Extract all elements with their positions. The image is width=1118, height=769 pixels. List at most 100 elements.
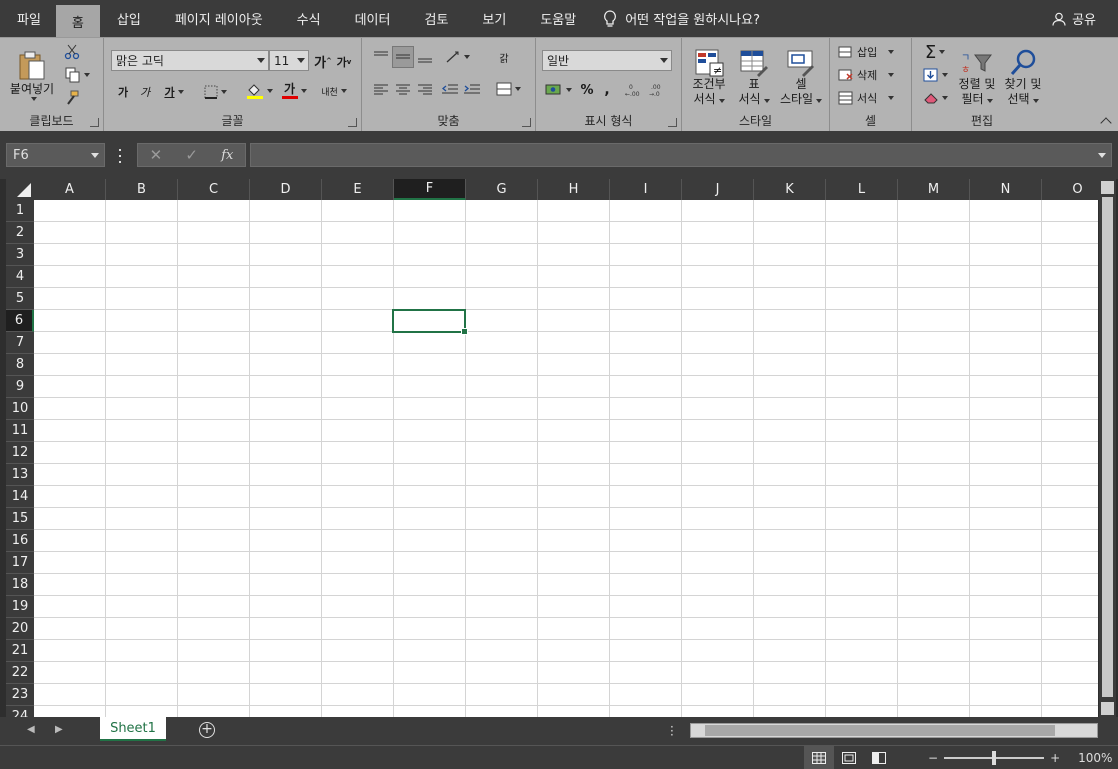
collapse-ribbon-icon[interactable] bbox=[1100, 117, 1112, 129]
cancel-entry-icon[interactable]: ✕ bbox=[150, 146, 163, 164]
phonetic-button[interactable]: 내천 bbox=[316, 80, 352, 102]
copy-button[interactable] bbox=[62, 65, 92, 85]
column-header[interactable]: N bbox=[970, 179, 1042, 200]
row-header[interactable]: 10 bbox=[6, 398, 34, 420]
row-header[interactable]: 19 bbox=[6, 596, 34, 618]
border-button[interactable] bbox=[198, 82, 232, 102]
prev-sheet-icon[interactable]: ◀ bbox=[27, 724, 35, 735]
format-cells-button[interactable]: 서식 bbox=[838, 88, 904, 108]
page-layout-view-button[interactable] bbox=[834, 746, 864, 769]
paste-button[interactable]: 붙여넣기 bbox=[6, 44, 58, 106]
row-header[interactable]: 6 bbox=[6, 310, 34, 332]
scroll-up-icon[interactable] bbox=[1101, 181, 1114, 194]
find-select-button[interactable]: 찾기 및 선택 bbox=[1000, 44, 1046, 112]
column-header[interactable]: A bbox=[34, 179, 106, 200]
delete-cells-button[interactable]: 삭제 bbox=[838, 65, 904, 85]
zoom-out-icon[interactable]: − bbox=[928, 751, 938, 765]
row-header[interactable]: 22 bbox=[6, 662, 34, 684]
tab-review[interactable]: 검토 bbox=[407, 0, 465, 37]
alignment-launcher-icon[interactable] bbox=[522, 118, 531, 127]
column-header[interactable]: B bbox=[106, 179, 178, 200]
decrease-indent-button[interactable] bbox=[440, 80, 460, 98]
font-color-button[interactable]: 가 bbox=[278, 80, 310, 102]
selected-cell[interactable] bbox=[392, 309, 468, 335]
bold-button[interactable]: 가 bbox=[114, 82, 132, 102]
column-header[interactable]: H bbox=[538, 179, 610, 200]
column-header[interactable]: K bbox=[754, 179, 826, 200]
row-header[interactable]: 12 bbox=[6, 442, 34, 464]
cut-button[interactable] bbox=[62, 42, 82, 62]
column-header[interactable]: F bbox=[394, 179, 466, 200]
italic-button[interactable]: 가 bbox=[136, 82, 154, 102]
accounting-format-button[interactable] bbox=[542, 80, 574, 100]
align-center-button[interactable] bbox=[394, 80, 412, 98]
row-header[interactable]: 2 bbox=[6, 222, 34, 244]
column-header[interactable]: C bbox=[178, 179, 250, 200]
page-break-view-button[interactable] bbox=[864, 746, 894, 769]
number-format-select[interactable]: 일반 bbox=[542, 50, 672, 71]
row-header[interactable]: 3 bbox=[6, 244, 34, 266]
autosum-button[interactable]: Σ bbox=[920, 42, 950, 63]
tab-view[interactable]: 보기 bbox=[465, 0, 523, 37]
zoom-in-icon[interactable]: + bbox=[1050, 751, 1060, 765]
comma-button[interactable]: , bbox=[598, 80, 616, 100]
name-box[interactable]: F6 bbox=[6, 143, 105, 167]
zoom-slider-knob[interactable] bbox=[992, 750, 997, 765]
formula-bar-resize-handle[interactable] bbox=[118, 149, 122, 163]
orientation-button[interactable] bbox=[442, 48, 472, 66]
align-top-button[interactable] bbox=[372, 48, 390, 66]
row-header[interactable]: 14 bbox=[6, 486, 34, 508]
clipboard-launcher-icon[interactable] bbox=[90, 118, 99, 127]
column-header[interactable]: L bbox=[826, 179, 898, 200]
font-size-select[interactable]: 11 bbox=[269, 50, 309, 71]
zoom-level[interactable]: 100% bbox=[1078, 751, 1112, 765]
row-header[interactable]: 23 bbox=[6, 684, 34, 706]
tab-file[interactable]: 파일 bbox=[0, 0, 58, 37]
font-launcher-icon[interactable] bbox=[348, 118, 357, 127]
column-header[interactable]: M bbox=[898, 179, 970, 200]
percent-button[interactable]: % bbox=[578, 80, 596, 100]
clear-button[interactable] bbox=[920, 88, 950, 108]
row-header[interactable]: 9 bbox=[6, 376, 34, 398]
number-launcher-icon[interactable] bbox=[668, 118, 677, 127]
underline-button[interactable]: 가 bbox=[158, 82, 190, 102]
vertical-scroll-thumb[interactable] bbox=[1102, 197, 1113, 697]
normal-view-button[interactable] bbox=[804, 746, 834, 769]
increase-decimal-button[interactable]: 0 ←.00 bbox=[624, 80, 646, 100]
tab-page-layout[interactable]: 페이지 레이아웃 bbox=[158, 0, 280, 37]
next-sheet-icon[interactable]: ▶ bbox=[55, 724, 63, 735]
formula-input[interactable] bbox=[250, 143, 1112, 167]
row-header[interactable]: 7 bbox=[6, 332, 34, 354]
tell-me-search[interactable]: 어떤 작업을 원하시나요? bbox=[603, 9, 760, 28]
row-header[interactable]: 15 bbox=[6, 508, 34, 530]
horizontal-scrollbar[interactable] bbox=[690, 723, 1098, 738]
row-header[interactable]: 8 bbox=[6, 354, 34, 376]
align-middle-button[interactable] bbox=[392, 46, 414, 68]
insert-cells-button[interactable]: 삽입 bbox=[838, 42, 904, 62]
tab-formulas[interactable]: 수식 bbox=[280, 0, 338, 37]
sheet-tab[interactable]: Sheet1 bbox=[100, 717, 166, 741]
expand-formula-icon[interactable] bbox=[1098, 153, 1106, 158]
conditional-formatting-button[interactable]: ≠ 조건부 서식 bbox=[688, 44, 730, 112]
confirm-entry-icon[interactable]: ✓ bbox=[185, 146, 198, 164]
grow-font-button[interactable]: 가 ^ bbox=[313, 51, 333, 71]
row-header[interactable]: 1 bbox=[6, 200, 34, 222]
shrink-font-button[interactable]: 가v bbox=[335, 53, 353, 71]
row-header[interactable]: 4 bbox=[6, 266, 34, 288]
row-header[interactable]: 20 bbox=[6, 618, 34, 640]
cell-styles-button[interactable]: 셀 스타일 bbox=[776, 44, 826, 112]
column-header[interactable]: G bbox=[466, 179, 538, 200]
row-header[interactable]: 24 bbox=[6, 706, 34, 717]
row-header[interactable]: 5 bbox=[6, 288, 34, 310]
format-painter-button[interactable] bbox=[62, 88, 82, 108]
row-header[interactable]: 11 bbox=[6, 420, 34, 442]
tab-help[interactable]: 도움말 bbox=[523, 0, 593, 37]
row-header[interactable]: 21 bbox=[6, 640, 34, 662]
column-header[interactable]: I bbox=[610, 179, 682, 200]
tab-data[interactable]: 데이터 bbox=[338, 0, 408, 37]
tab-home[interactable]: 홈 bbox=[55, 5, 100, 37]
horizontal-scroll-thumb[interactable] bbox=[705, 725, 1055, 736]
insert-function-icon[interactable]: fx bbox=[221, 148, 233, 163]
font-name-select[interactable]: 맑은 고딕 bbox=[111, 50, 269, 71]
wrap-text-button[interactable]: 갉 bbox=[494, 48, 514, 66]
